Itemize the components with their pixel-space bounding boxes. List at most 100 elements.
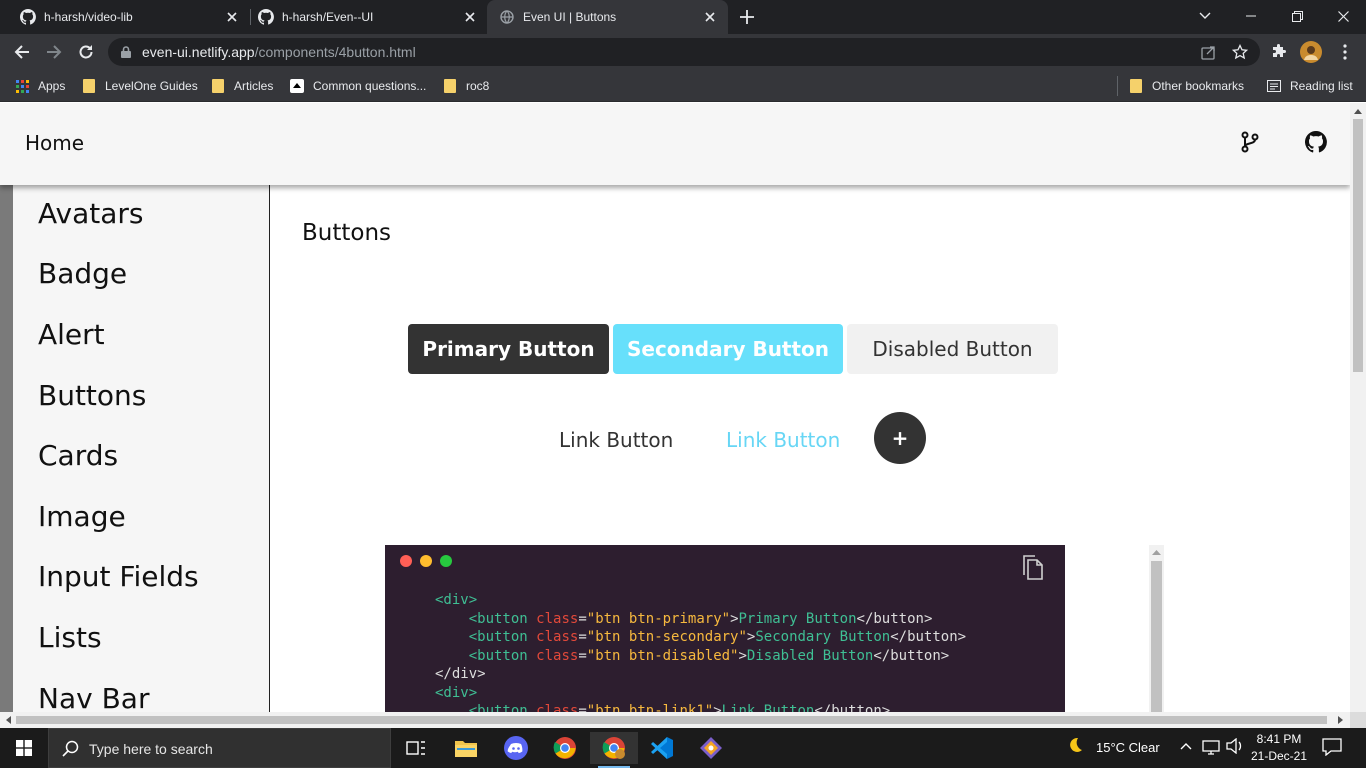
copy-icon[interactable] bbox=[1022, 555, 1044, 581]
code-scrollbar-thumb[interactable] bbox=[1151, 561, 1162, 712]
taskbar-search[interactable]: Type here to search bbox=[48, 728, 391, 768]
code-attr: class bbox=[536, 703, 579, 712]
minimize-icon[interactable] bbox=[1228, 0, 1274, 32]
chrome-icon[interactable] bbox=[541, 732, 589, 764]
star-icon[interactable] bbox=[1232, 44, 1248, 60]
code-tag: <div> bbox=[435, 592, 478, 608]
code-attr: class bbox=[536, 647, 579, 664]
chrome-menu-icon[interactable] bbox=[1333, 40, 1357, 64]
share-icon[interactable] bbox=[1200, 44, 1216, 60]
sidebar-item-cards[interactable]: Cards bbox=[38, 439, 118, 472]
horizontal-scrollbar-thumb[interactable] bbox=[16, 716, 1327, 724]
site-icon bbox=[290, 79, 304, 93]
chrome-profile-icon[interactable] bbox=[590, 732, 638, 768]
github-icon[interactable] bbox=[1304, 130, 1328, 154]
task-view-icon[interactable] bbox=[392, 732, 440, 764]
close-window-icon[interactable] bbox=[1320, 0, 1366, 32]
chevron-up-icon[interactable] bbox=[1180, 738, 1192, 753]
floating-action-button[interactable]: + bbox=[874, 412, 926, 464]
code-tag: </button> bbox=[856, 610, 933, 627]
other-bookmarks[interactable]: Other bookmarks bbox=[1129, 77, 1244, 95]
bookmark-apps[interactable]: Apps bbox=[15, 77, 65, 95]
reading-list-icon bbox=[1267, 79, 1281, 93]
code-text: Secondary Button bbox=[755, 629, 891, 645]
code-tag: <div> bbox=[435, 684, 478, 701]
sidebar-item-alert[interactable]: Alert bbox=[38, 318, 105, 351]
weather-text[interactable]: 15°C Clear bbox=[1096, 740, 1160, 755]
sidebar-item-lists[interactable]: Lists bbox=[38, 621, 102, 654]
volume-icon[interactable] bbox=[1226, 737, 1244, 757]
discord-icon[interactable] bbox=[492, 732, 540, 764]
window-dot-green bbox=[440, 555, 452, 567]
sidebar-item-nav-bar[interactable]: Nav Bar bbox=[38, 682, 149, 712]
notifications-icon[interactable] bbox=[1322, 738, 1342, 759]
bookmark-label: Apps bbox=[38, 79, 66, 93]
tab-even-ui-buttons[interactable]: Even UI | Buttons bbox=[487, 0, 728, 34]
restore-icon[interactable] bbox=[1274, 0, 1320, 32]
folder-icon bbox=[82, 79, 96, 93]
network-icon[interactable] bbox=[1202, 739, 1220, 758]
profile-avatar[interactable] bbox=[1299, 40, 1323, 64]
code-punct: = bbox=[578, 703, 587, 712]
code-attr: class bbox=[536, 629, 579, 645]
web-page: Home Avatars Badge Alert Buttons Cards I… bbox=[0, 103, 1350, 712]
tab-title: h-harsh/Even--UI bbox=[282, 10, 374, 24]
sidebar-item-avatars[interactable]: Avatars bbox=[38, 197, 143, 230]
code-string: "btn btn-disabled" bbox=[586, 647, 739, 664]
git-branch-icon[interactable] bbox=[1238, 130, 1262, 154]
vscode-icon[interactable] bbox=[638, 732, 686, 764]
git-client-icon[interactable] bbox=[687, 732, 735, 764]
code-line: <button class="btn btn-primary">Primary … bbox=[435, 610, 966, 629]
page-horizontal-scrollbar[interactable] bbox=[0, 712, 1350, 728]
github-icon bbox=[258, 9, 274, 25]
home-link[interactable]: Home bbox=[25, 131, 84, 155]
new-tab-button[interactable] bbox=[737, 7, 757, 27]
primary-button[interactable]: Primary Button bbox=[408, 324, 609, 374]
scrollbar-corner bbox=[1350, 712, 1366, 728]
code-line: <button class="btn btn-disabled">Disable… bbox=[435, 647, 966, 666]
sidebar-item-input-fields[interactable]: Input Fields bbox=[38, 560, 199, 593]
bookmark-levelone-guides[interactable]: LevelOne Guides bbox=[82, 77, 198, 95]
url-path: /components/4button.html bbox=[254, 44, 416, 60]
vertical-scrollbar-thumb[interactable] bbox=[1353, 119, 1363, 372]
bookmark-articles[interactable]: Articles bbox=[211, 77, 273, 95]
bookmark-label: LevelOne Guides bbox=[105, 79, 198, 93]
page-vertical-scrollbar[interactable] bbox=[1350, 103, 1366, 712]
windows-start-icon[interactable] bbox=[0, 732, 48, 764]
close-icon[interactable] bbox=[462, 9, 478, 25]
disabled-button[interactable]: Disabled Button bbox=[847, 324, 1058, 374]
github-icon bbox=[20, 9, 36, 25]
extensions-icon[interactable] bbox=[1267, 40, 1291, 64]
reload-icon[interactable] bbox=[74, 40, 98, 64]
forward-arrow-icon[interactable] bbox=[42, 40, 66, 64]
file-explorer-icon[interactable] bbox=[442, 732, 490, 764]
tab-search-chevron-icon[interactable] bbox=[1182, 0, 1228, 32]
bookmark-common-questions[interactable]: Common questions... bbox=[290, 77, 426, 95]
secondary-button[interactable]: Secondary Button bbox=[613, 324, 843, 374]
moon-weather-icon[interactable] bbox=[1066, 736, 1084, 757]
sidebar-item-badge[interactable]: Badge bbox=[38, 257, 127, 290]
code-tag: </button> bbox=[890, 629, 967, 645]
bookmark-roc8[interactable]: roc8 bbox=[443, 77, 489, 95]
code-tag: </button> bbox=[873, 647, 950, 664]
address-bar[interactable]: even-ui.netlify.app/components/4button.h… bbox=[108, 38, 1260, 66]
main-content: Buttons Primary Button Secondary Button … bbox=[271, 185, 1350, 712]
sidebar-item-image[interactable]: Image bbox=[38, 500, 126, 533]
lock-icon[interactable] bbox=[118, 44, 134, 60]
code-snippet: <div> <button class="btn btn-primary">Pr… bbox=[385, 545, 1065, 712]
close-icon[interactable] bbox=[702, 9, 718, 25]
reading-list[interactable]: Reading list bbox=[1267, 77, 1353, 95]
tab-even-ui[interactable]: h-harsh/Even--UI bbox=[238, 0, 488, 34]
link-button-accent[interactable]: Link Button bbox=[726, 428, 840, 452]
code-string: "btn btn-primary" bbox=[586, 610, 731, 627]
code-scrollbar[interactable] bbox=[1149, 545, 1164, 712]
folder-icon bbox=[443, 79, 457, 93]
code-attr: class bbox=[536, 610, 579, 627]
system-clock[interactable]: 8:41 PM 21-Dec-21 bbox=[1248, 731, 1310, 765]
clock-date: 21-Dec-21 bbox=[1250, 749, 1308, 763]
sidebar-item-buttons[interactable]: Buttons bbox=[38, 379, 146, 412]
link-button-dark[interactable]: Link Button bbox=[559, 428, 673, 452]
tab-video-lib[interactable]: h-harsh/video-lib bbox=[0, 0, 250, 34]
back-arrow-icon[interactable] bbox=[10, 40, 34, 64]
code-tag: </button> bbox=[814, 703, 891, 712]
